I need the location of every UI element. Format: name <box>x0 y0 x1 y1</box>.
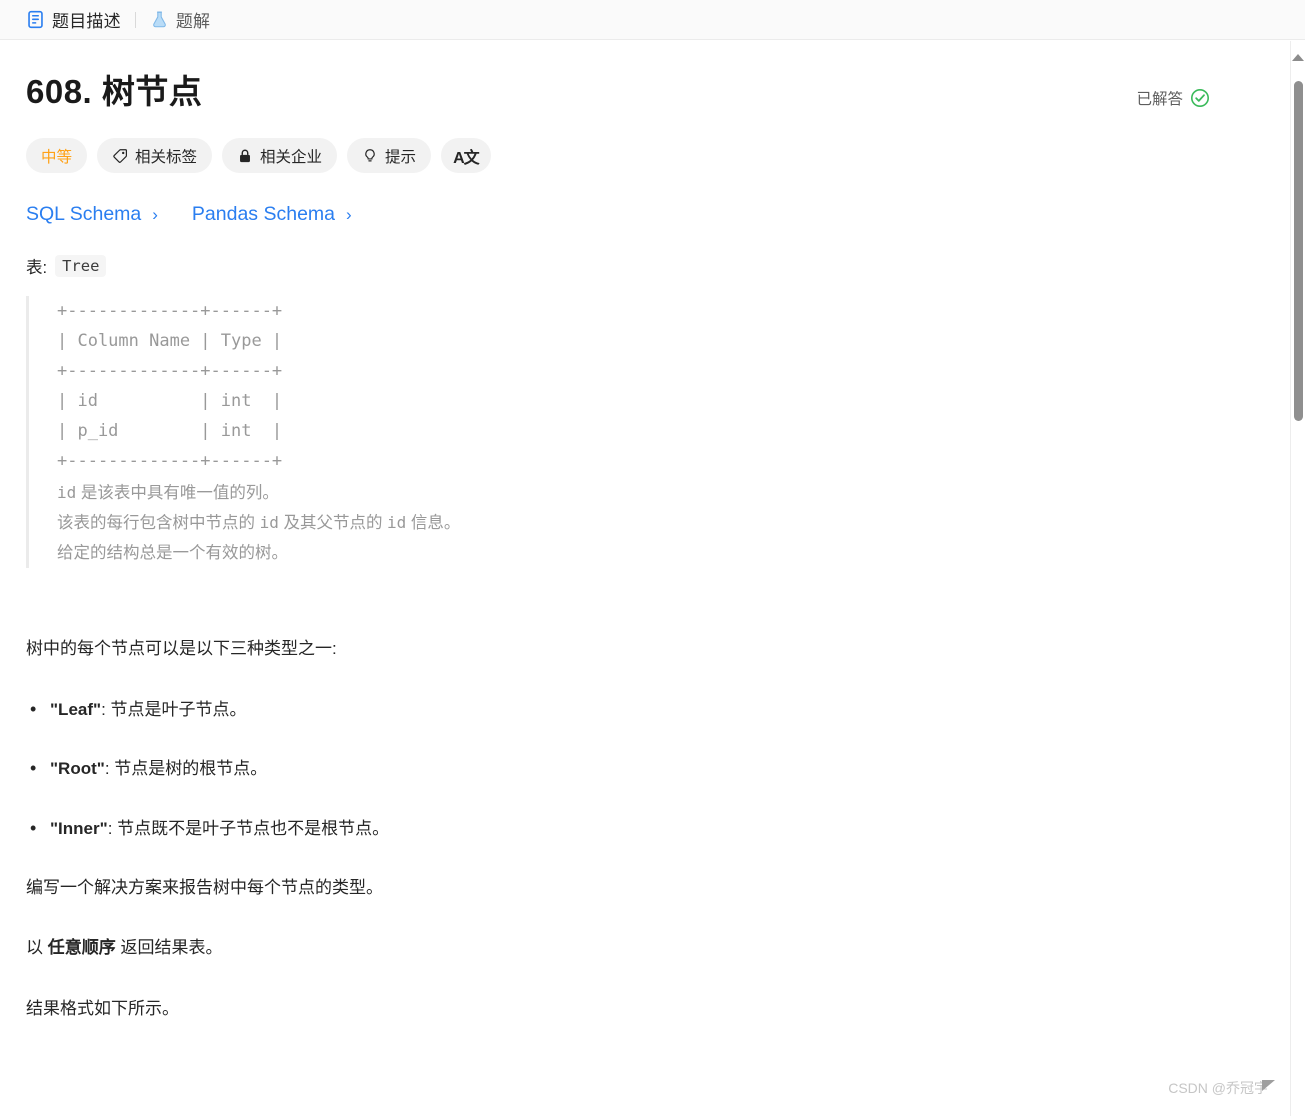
related-topics-pill[interactable]: 相关标签 <box>97 138 213 174</box>
check-circle-icon <box>1190 88 1210 108</box>
related-companies-label: 相关企业 <box>260 148 323 166</box>
tag-icon <box>112 148 128 164</box>
problem-body: 树中的每个节点可以是以下三种类型之一: "Leaf": 节点是叶子节点。 "Ro… <box>26 636 1226 1022</box>
chevron-right-icon: › <box>152 204 158 224</box>
format-paragraph: 结果格式如下所示。 <box>26 998 179 1018</box>
note-code-id-3: id <box>387 513 407 533</box>
hint-pill[interactable]: 提示 <box>347 138 432 174</box>
problem-description-panel: 题目描述 题解 608. 树节点 已解答 中等 相关标签 相关企业 提示 A文 … <box>0 0 1305 1116</box>
ascii-schema-table: +-------------+------+ | Column Name | T… <box>57 301 283 472</box>
list-item: "Inner": 节点既不是叶子节点也不是根节点。 <box>26 815 1226 841</box>
lightbulb-icon <box>362 148 378 164</box>
schema-notes: id 是该表中具有唯一值的列。 该表的每行包含树中节点的 id 及其父节点的 i… <box>57 478 1226 568</box>
csdn-watermark: CSDN @乔冠宇 <box>1168 1078 1275 1098</box>
order-text-post: 返回结果表。 <box>115 938 223 958</box>
order-paragraph: 以 任意顺序 返回结果表。 <box>26 935 1226 961</box>
table-caption-prefix: 表: <box>26 259 48 278</box>
schema-link-row: SQL Schema › Pandas Schema › <box>26 203 1226 226</box>
schema-blockquote: +-------------+------+ | Column Name | T… <box>26 296 1226 569</box>
chevron-right-icon: › <box>346 204 352 224</box>
list-item: "Leaf": 节点是叶子节点。 <box>26 696 1226 722</box>
page-title: 608. 树节点 <box>26 73 203 110</box>
schema-note-2: 该表的每行包含树中节点的 id 及其父节点的 id 信息。 <box>57 508 1226 538</box>
type-term-inner: "Inner" <box>50 818 108 838</box>
note-code-id-2: id <box>259 513 279 533</box>
content-scroll-area: 608. 树节点 已解答 中等 相关标签 相关企业 提示 A文 SQL Sche… <box>0 41 1305 1116</box>
list-item: "Root": 节点是树的根节点。 <box>26 755 1226 781</box>
note-code-id: id <box>57 483 77 503</box>
meta-pill-row: 中等 相关标签 相关企业 提示 A文 <box>26 138 1226 174</box>
schema-note-1: id 是该表中具有唯一值的列。 <box>57 478 1226 508</box>
difficulty-pill[interactable]: 中等 <box>26 138 88 174</box>
note-text-2c: 信息。 <box>406 514 461 533</box>
type-desc-inner: : 节点既不是叶子节点也不是根节点。 <box>107 818 390 838</box>
tab-solutions[interactable]: 题解 <box>142 0 218 40</box>
title-row: 608. 树节点 已解答 <box>26 71 1226 112</box>
pandas-schema-label: Pandas Schema <box>191 203 336 226</box>
tab-bar: 题目描述 题解 <box>0 0 1305 40</box>
table-caption: 表: Tree <box>26 254 1226 278</box>
order-text-bold: 任意顺序 <box>47 938 116 958</box>
difficulty-label: 中等 <box>41 148 73 166</box>
tab-description-label: 题目描述 <box>52 12 121 31</box>
description-doc-icon <box>26 10 45 29</box>
pandas-schema-link[interactable]: Pandas Schema › <box>192 203 352 226</box>
related-companies-pill[interactable]: 相关企业 <box>222 138 338 174</box>
related-topics-label: 相关标签 <box>135 148 198 166</box>
flask-icon <box>150 10 169 29</box>
tab-separator <box>134 11 136 28</box>
tab-solutions-label: 题解 <box>175 12 211 31</box>
hint-label: 提示 <box>385 148 417 166</box>
sql-schema-link[interactable]: SQL Schema › <box>26 203 158 226</box>
scrollbar-thumb[interactable] <box>1294 81 1303 421</box>
note-text-2b: 及其父节点的 <box>278 514 388 533</box>
node-type-list: "Leaf": 节点是叶子节点。 "Root": 节点是树的根节点。 "Inne… <box>26 696 1226 841</box>
type-desc-root: : 节点是树的根节点。 <box>104 759 268 779</box>
scroll-up-arrow-icon[interactable] <box>1292 54 1304 61</box>
lock-icon <box>237 148 253 164</box>
intro-paragraph: 树中的每个节点可以是以下三种类型之一: <box>26 639 337 659</box>
note-text-1: 是该表中具有唯一值的列。 <box>76 484 279 503</box>
solved-label: 已解答 <box>1136 91 1183 108</box>
type-term-root: "Root" <box>50 759 105 779</box>
watermark-flag-icon <box>1262 1079 1275 1091</box>
tab-description[interactable]: 题目描述 <box>18 0 129 40</box>
sql-schema-label: SQL Schema <box>26 203 142 226</box>
table-name-code: Tree <box>55 255 107 278</box>
task-paragraph: 编写一个解决方案来报告树中每个节点的类型。 <box>26 878 383 898</box>
type-term-leaf: "Leaf" <box>50 699 102 719</box>
translate-pill[interactable]: A文 <box>441 138 491 174</box>
translate-icon: A文 <box>453 149 480 167</box>
vertical-scrollbar[interactable] <box>1290 41 1305 1116</box>
status-badge: 已解答 <box>1136 87 1210 109</box>
order-text-pre: 以 <box>26 938 48 958</box>
problem-content: 608. 树节点 已解答 中等 相关标签 相关企业 提示 A文 SQL Sche… <box>0 41 1266 1022</box>
note-text-2a: 该表的每行包含树中节点的 <box>57 514 260 533</box>
type-desc-leaf: : 节点是叶子节点。 <box>101 699 247 719</box>
schema-note-3: 给定的结构总是一个有效的树。 <box>57 544 288 563</box>
watermark-text: CSDN @乔冠宇 <box>1168 1080 1268 1096</box>
